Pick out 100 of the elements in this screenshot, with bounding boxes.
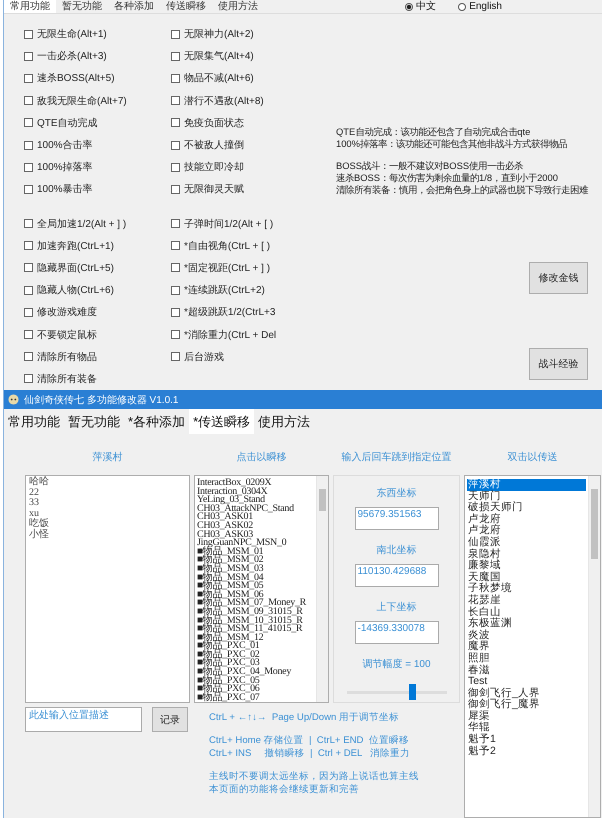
list-item[interactable]: 萍溪村 xyxy=(467,479,586,491)
checkbox[interactable] xyxy=(171,219,180,228)
tab[interactable]: 使用方法 xyxy=(212,0,264,13)
list-item[interactable]: 天师门 xyxy=(467,490,586,502)
list-item[interactable]: 春滋 xyxy=(467,664,586,676)
list-item[interactable]: 哈哈 xyxy=(29,477,186,488)
list-item[interactable]: 破损天师门 xyxy=(467,502,586,514)
tab[interactable]: *各种添加 xyxy=(124,409,190,434)
list-item[interactable]: 天魔国 xyxy=(467,572,586,584)
checkbox[interactable] xyxy=(24,30,33,39)
checkbox[interactable] xyxy=(24,374,33,384)
list-item[interactable]: 子秋梦境 xyxy=(467,583,586,595)
checkbox[interactable] xyxy=(171,74,180,83)
tab[interactable]: 暂无功能 xyxy=(64,409,124,434)
list-item[interactable]: 炎波 xyxy=(467,630,586,642)
list-item[interactable]: ■物品_PXC_04_Money xyxy=(197,668,314,677)
action-button[interactable]: 修改金钱 xyxy=(529,262,588,294)
checkbox[interactable] xyxy=(171,352,180,362)
list-item[interactable]: ■物品_MSM_01 xyxy=(197,548,314,556)
list-box[interactable]: 哈哈 22 33 xu 吃饭 小怪 xyxy=(25,475,190,703)
list-item[interactable]: 仙霞派 xyxy=(467,536,586,549)
list-item[interactable]: 吃饭 xyxy=(29,519,186,530)
list-item[interactable]: 小怪 xyxy=(29,530,186,540)
list-item[interactable]: CH03_AttackNPC_Stand xyxy=(197,504,314,514)
tab[interactable]: 常用功能 xyxy=(4,409,64,434)
list-item[interactable]: ■物品_PXC_07 xyxy=(197,694,314,702)
tab[interactable]: 使用方法 xyxy=(254,409,314,434)
list-item[interactable]: ■物品_MSM_12 xyxy=(197,634,314,642)
list-item[interactable]: ■物品_MSM_09_31015_R xyxy=(197,608,314,616)
checkbox[interactable] xyxy=(171,162,180,172)
list-item[interactable]: 魁予2 xyxy=(467,746,586,758)
checkbox[interactable] xyxy=(24,308,33,317)
list-item[interactable]: YeLing_03_Stand xyxy=(197,496,314,505)
radio-button[interactable] xyxy=(458,2,466,10)
list-item[interactable]: CH03_ASK02 xyxy=(197,522,314,531)
checkbox[interactable] xyxy=(171,286,180,295)
list-item[interactable]: ■物品_MSM_03 xyxy=(197,564,314,574)
checkbox[interactable] xyxy=(171,118,180,128)
list-item[interactable]: 华辊 xyxy=(467,722,586,734)
checkbox[interactable] xyxy=(24,96,33,106)
checkbox[interactable] xyxy=(171,30,180,39)
action-button[interactable]: 战斗经验 xyxy=(529,348,588,380)
list-item[interactable]: xu xyxy=(29,508,186,519)
checkbox[interactable] xyxy=(24,241,33,250)
scrollbar[interactable] xyxy=(316,476,328,702)
list-item[interactable]: Test xyxy=(467,676,586,688)
scrollbar[interactable] xyxy=(588,476,600,817)
list-item[interactable]: Interaction_0304X xyxy=(197,488,314,496)
checkbox[interactable] xyxy=(24,286,33,295)
list-item[interactable]: CH03_ASK01 xyxy=(197,513,314,522)
list-item[interactable]: ■物品_PXC_05 xyxy=(197,676,314,686)
list-item[interactable]: 犀渠 xyxy=(467,710,586,722)
checkbox[interactable] xyxy=(171,330,180,340)
list-item[interactable]: 花瑟崖 xyxy=(467,594,586,607)
checkbox[interactable] xyxy=(24,184,33,194)
checkbox[interactable] xyxy=(171,263,180,272)
checkbox[interactable] xyxy=(24,52,33,61)
checkbox[interactable] xyxy=(24,219,33,228)
list-item[interactable]: 33 xyxy=(29,498,186,508)
list-item[interactable]: 御剑飞行_魔界 xyxy=(467,699,586,711)
record-button[interactable]: 记录 xyxy=(152,707,188,732)
checkbox[interactable] xyxy=(171,241,180,250)
list-item[interactable]: 东极蓝渊 xyxy=(467,618,586,630)
checkbox[interactable] xyxy=(24,140,33,150)
list-item[interactable]: 卢龙府 xyxy=(467,514,586,526)
list-item[interactable]: ■物品_MSM_06 xyxy=(197,590,314,600)
list-item[interactable]: 御剑飞行_人界 xyxy=(467,688,586,700)
list-item[interactable]: CH03_ASK03 xyxy=(197,530,314,540)
list-item[interactable]: ■物品_MSM_10_31015_R xyxy=(197,616,314,626)
description-field[interactable]: 此处输入位置描述 xyxy=(25,707,142,732)
checkbox[interactable] xyxy=(24,352,33,362)
list-item[interactable]: 泉隐村 xyxy=(467,548,586,560)
list-item[interactable]: 长白山 xyxy=(467,606,586,618)
tab[interactable]: 传送瞬移 xyxy=(160,0,212,13)
list-item[interactable]: InteractBox_0209X xyxy=(197,479,314,488)
tab[interactable]: 常用功能 xyxy=(4,0,56,13)
slider-thumb[interactable] xyxy=(408,684,416,700)
checkbox[interactable] xyxy=(171,52,180,61)
scrollbar-thumb[interactable] xyxy=(591,489,598,559)
list-item[interactable]: JingGuanNPC_MSN_0 xyxy=(197,539,314,548)
list-item[interactable]: 卢龙府 xyxy=(467,525,586,537)
checkbox[interactable] xyxy=(24,118,33,128)
tab[interactable]: *传送瞬移 xyxy=(189,409,254,434)
checkbox[interactable] xyxy=(171,140,180,150)
list-item[interactable]: 廉黎域 xyxy=(467,560,586,572)
scrollbar-thumb[interactable] xyxy=(319,489,326,511)
list-item[interactable]: 22 xyxy=(29,488,186,498)
checkbox[interactable] xyxy=(24,74,33,83)
checkbox[interactable] xyxy=(24,162,33,172)
checkbox[interactable] xyxy=(24,330,33,340)
checkbox[interactable] xyxy=(24,263,33,272)
checkbox[interactable] xyxy=(171,184,180,194)
list-item[interactable]: ■物品_MSM_04 xyxy=(197,574,314,582)
list-item[interactable]: ■物品_PXC_02 xyxy=(197,650,314,660)
checkbox[interactable] xyxy=(171,308,180,317)
radio-button[interactable] xyxy=(405,2,414,10)
list-item[interactable]: 魔界 xyxy=(467,641,586,653)
checkbox[interactable] xyxy=(171,96,180,106)
list-item[interactable]: 魁予1 xyxy=(467,734,586,746)
list-item[interactable]: 照胆 xyxy=(467,652,586,664)
